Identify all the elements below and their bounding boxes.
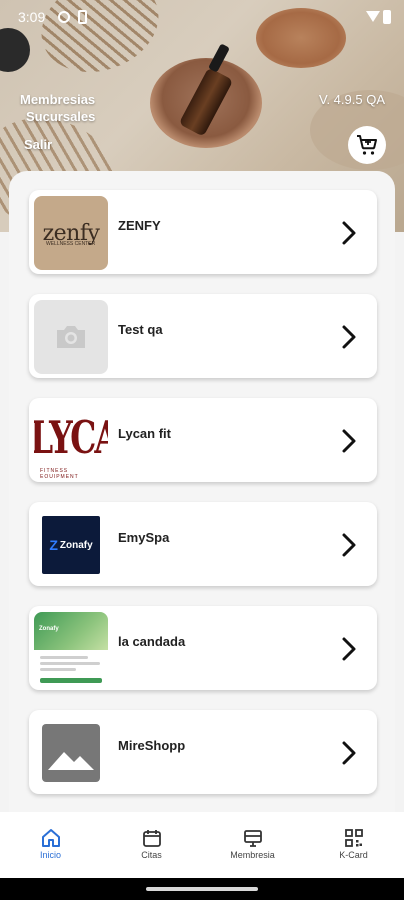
chevron-right-icon bbox=[342, 533, 356, 557]
chevron-right-icon bbox=[342, 637, 356, 661]
candada-logo-text: Zonafy bbox=[39, 626, 59, 632]
membership-icon bbox=[244, 830, 262, 847]
nav-label: Inicio bbox=[39, 850, 61, 860]
lycan-logo-text: LYCAN bbox=[34, 411, 108, 464]
image-placeholder bbox=[34, 716, 108, 790]
nav-item-membresia[interactable]: Membresia bbox=[202, 812, 303, 878]
emyspa-logo: Z Zonafy bbox=[34, 508, 108, 582]
zenfy-logo-sub: WELLNESS CENTER bbox=[46, 241, 96, 247]
branch-card-test-qa[interactable]: Test qa bbox=[29, 294, 377, 378]
branch-card-mireshopp[interactable]: MireShopp bbox=[29, 710, 377, 794]
bottom-navigation: Inicio Citas Membresia K-Card bbox=[0, 812, 404, 878]
lycan-logo: LYCAN FITNESS EQUIPMENT bbox=[34, 404, 108, 478]
status-time: 3:09 bbox=[18, 9, 46, 25]
nav-item-inicio[interactable]: Inicio bbox=[0, 812, 101, 878]
chevron-right-icon bbox=[342, 429, 356, 453]
chevron-right-icon bbox=[342, 221, 356, 245]
branch-name: ZENFY bbox=[118, 218, 161, 233]
wifi-icon bbox=[366, 11, 380, 22]
zenfy-logo: zenfy WELLNESS CENTER bbox=[34, 196, 108, 270]
branch-card-zenfy[interactable]: zenfy WELLNESS CENTER ZENFY bbox=[29, 190, 377, 274]
landscape-icon bbox=[48, 752, 94, 770]
home-gesture-bar[interactable] bbox=[146, 887, 258, 891]
branch-name: Lycan fit bbox=[118, 426, 171, 441]
zonafy-mark-icon: Z bbox=[49, 537, 58, 553]
cart-icon bbox=[357, 135, 377, 155]
nav-label: K-Card bbox=[339, 850, 368, 860]
branch-name: Test qa bbox=[118, 322, 163, 337]
branch-name: MireShopp bbox=[118, 738, 186, 753]
notification-icon bbox=[58, 11, 70, 23]
la-candada-screenshot-image: Zonafy bbox=[34, 612, 108, 686]
branch-name: EmySpa bbox=[118, 530, 170, 545]
membresias-link[interactable]: Membresias bbox=[20, 92, 95, 107]
camera-placeholder-image bbox=[34, 300, 108, 374]
logout-link[interactable]: Salir bbox=[24, 137, 52, 152]
sim-icon bbox=[78, 10, 87, 24]
branch-name: la candada bbox=[118, 634, 186, 649]
camera-icon bbox=[57, 326, 85, 348]
chevron-right-icon bbox=[342, 741, 356, 765]
branch-card-emyspa[interactable]: Z Zonafy EmySpa bbox=[29, 502, 377, 586]
qr-icon bbox=[345, 829, 363, 847]
sucursales-link[interactable]: Sucursales bbox=[26, 109, 95, 124]
nav-item-k-card[interactable]: K-Card bbox=[303, 812, 404, 878]
calendar-icon bbox=[143, 830, 161, 847]
emyspa-logo-text: Zonafy bbox=[59, 539, 93, 551]
chevron-right-icon bbox=[342, 325, 356, 349]
nav-label: Membresia bbox=[230, 850, 275, 860]
app-version: V. 4.9.5 QA bbox=[318, 92, 385, 107]
nav-item-citas[interactable]: Citas bbox=[101, 812, 202, 878]
home-icon bbox=[42, 829, 60, 847]
lycan-logo-sub: FITNESS EQUIPMENT bbox=[40, 468, 79, 478]
branch-card-lycan-fit[interactable]: LYCAN FITNESS EQUIPMENT Lycan fit bbox=[29, 398, 377, 482]
app-screen: 3:09 Membresias Sucursales Salir V. 4.9.… bbox=[0, 0, 404, 900]
battery-icon bbox=[383, 10, 391, 24]
status-bar: 3:09 bbox=[0, 0, 404, 34]
nav-label: Citas bbox=[141, 850, 162, 860]
cart-button[interactable] bbox=[348, 126, 386, 164]
branch-card-la-candada[interactable]: Zonafy la candada bbox=[29, 606, 377, 690]
